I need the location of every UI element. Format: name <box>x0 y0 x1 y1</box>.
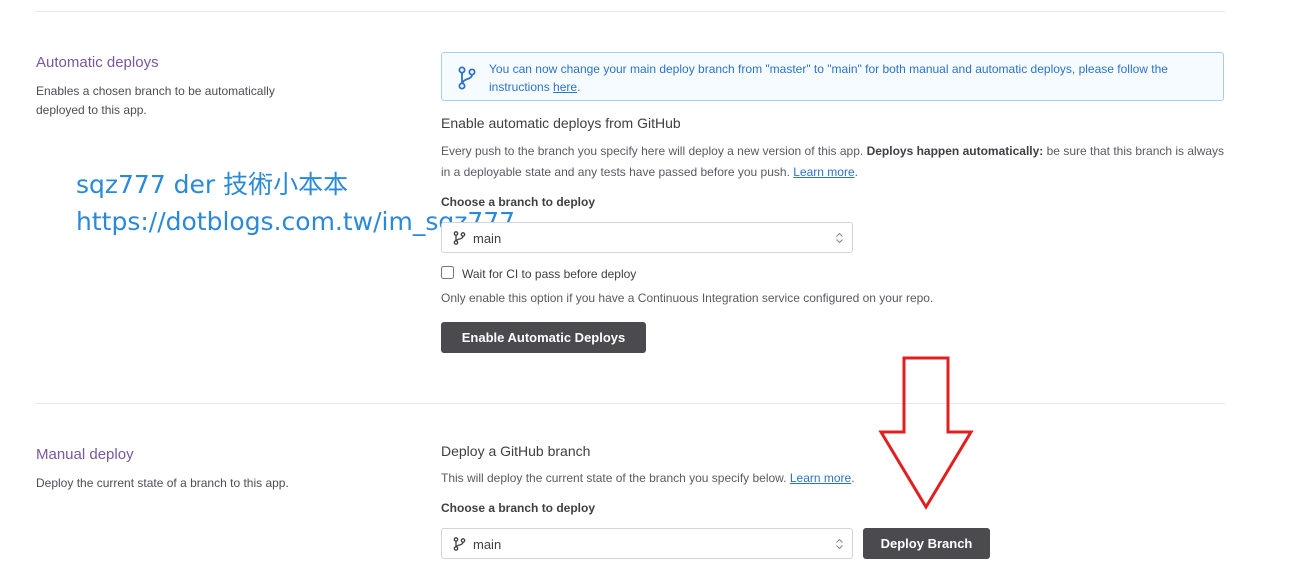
manual-branch-select[interactable]: main <box>441 528 853 559</box>
automatic-deploys-title: Automatic deploys <box>36 54 159 71</box>
manual-branch-value: main <box>473 537 502 552</box>
enable-automatic-deploys-button[interactable]: Enable Automatic Deploys <box>441 322 646 353</box>
info-message: You can now change your main deploy bran… <box>489 62 1168 94</box>
wait-for-ci-checkbox[interactable] <box>441 266 454 279</box>
auto-branch-select[interactable]: main <box>441 222 853 253</box>
down-arrow-annotation <box>878 356 974 510</box>
deploy-branch-button[interactable]: Deploy Branch <box>863 528 990 559</box>
auto-deploy-heading: Enable automatic deploys from GitHub <box>441 115 681 131</box>
wait-for-ci-label[interactable]: Wait for CI to pass before deploy <box>462 267 636 281</box>
watermark-line-1: sqz777 der 技術小本本 <box>76 170 349 199</box>
auto-deploy-paragraph: Every push to the branch you specify her… <box>441 144 1225 179</box>
auto-branch-value: main <box>473 231 502 246</box>
manual-deploy-title: Manual deploy <box>36 446 134 463</box>
ci-hint-text: Only enable this option if you have a Co… <box>441 291 934 305</box>
branch-icon <box>453 537 466 551</box>
manual-deploy-paragraph: This will deploy the current state of th… <box>441 471 855 485</box>
auto-branch-label: Choose a branch to deploy <box>441 195 596 209</box>
section-divider <box>35 403 1225 404</box>
manual-deploy-description: Deploy the current state of a branch to … <box>36 476 289 490</box>
chevron-updown-icon <box>836 232 843 244</box>
automatic-deploys-description: Enables a chosen branch to be automatica… <box>36 84 275 117</box>
info-notice: You can now change your main deploy bran… <box>441 52 1224 101</box>
manual-deploy-heading: Deploy a GitHub branch <box>441 443 591 459</box>
manual-learn-more-link[interactable]: Learn more <box>790 471 851 485</box>
branch-icon <box>453 231 466 245</box>
manual-branch-label: Choose a branch to deploy <box>441 501 596 515</box>
info-here-link[interactable]: here <box>553 80 577 94</box>
auto-learn-more-link[interactable]: Learn more <box>793 165 854 179</box>
chevron-updown-icon <box>836 538 843 550</box>
branch-icon <box>458 66 476 90</box>
top-divider <box>35 11 1225 12</box>
